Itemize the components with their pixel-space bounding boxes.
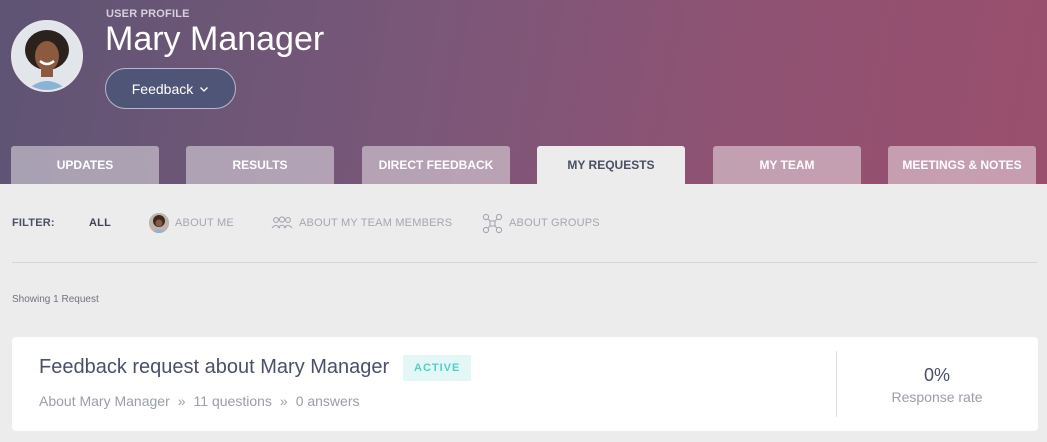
user-avatar (11, 20, 83, 92)
tab-label: UPDATES (56, 158, 114, 172)
feedback-dropdown-button[interactable]: Feedback (105, 68, 236, 109)
tab-updates[interactable]: UPDATES (11, 146, 159, 184)
tab-label: RESULTS (232, 158, 288, 172)
separator: » (177, 393, 186, 409)
request-title[interactable]: Feedback request about Mary Manager (39, 356, 389, 379)
tab-bar: UPDATES RESULTS DIRECT FEEDBACK MY REQUE… (0, 146, 1047, 184)
tab-my-team[interactable]: MY TEAM (713, 146, 861, 184)
tab-my-requests[interactable]: MY REQUESTS (537, 146, 685, 184)
tab-label: MY REQUESTS (567, 158, 655, 172)
profile-header: USER PROFILE Mary Manager Feedback UPDAT… (0, 0, 1047, 184)
filter-all-label: ALL (89, 217, 111, 229)
filter-about-me[interactable]: ABOUT ME (149, 208, 234, 238)
filter-all[interactable]: ALL (89, 208, 111, 238)
groups-icon (482, 213, 503, 233)
tab-meetings-notes[interactable]: MEETINGS & NOTES (888, 146, 1036, 184)
filter-groups-label: ABOUT GROUPS (509, 217, 600, 229)
team-icon (271, 216, 293, 229)
status-badge: ACTIVE (403, 355, 472, 381)
profile-section-label: USER PROFILE (106, 8, 190, 20)
separator: » (279, 393, 288, 409)
filter-about-team-members[interactable]: ABOUT MY TEAM MEMBERS (271, 208, 452, 238)
tab-label: DIRECT FEEDBACK (378, 158, 494, 172)
filter-about-me-label: ABOUT ME (175, 217, 234, 229)
request-meta: About Mary Manager » 11 questions » 0 an… (39, 393, 360, 409)
request-questions: 11 questions (193, 393, 272, 409)
filter-label: FILTER: (12, 217, 55, 229)
filter-about-groups[interactable]: ABOUT GROUPS (482, 208, 600, 238)
request-card[interactable]: Feedback request about Mary Manager ACTI… (12, 337, 1038, 431)
page-title: Mary Manager (105, 20, 325, 58)
filter-bar: FILTER: ALL ABOUT ME ABOUT MY TEAM MEMBE… (12, 208, 1037, 238)
tab-direct-feedback[interactable]: DIRECT FEEDBACK (362, 146, 510, 184)
tab-results[interactable]: RESULTS (186, 146, 334, 184)
divider (12, 262, 1037, 263)
tab-label: MEETINGS & NOTES (902, 158, 1022, 172)
request-answers: 0 answers (295, 393, 360, 409)
filter-team-members-label: ABOUT MY TEAM MEMBERS (299, 217, 453, 229)
avatar (149, 213, 169, 233)
chevron-down-icon (200, 86, 209, 92)
results-count: Showing 1 Request (12, 294, 99, 305)
feedback-button-label: Feedback (131, 80, 194, 97)
request-about: About Mary Manager (39, 393, 170, 409)
response-rate-label: Response rate (891, 389, 983, 405)
response-rate-value: 0% (923, 365, 950, 385)
tab-label: MY TEAM (759, 158, 815, 172)
